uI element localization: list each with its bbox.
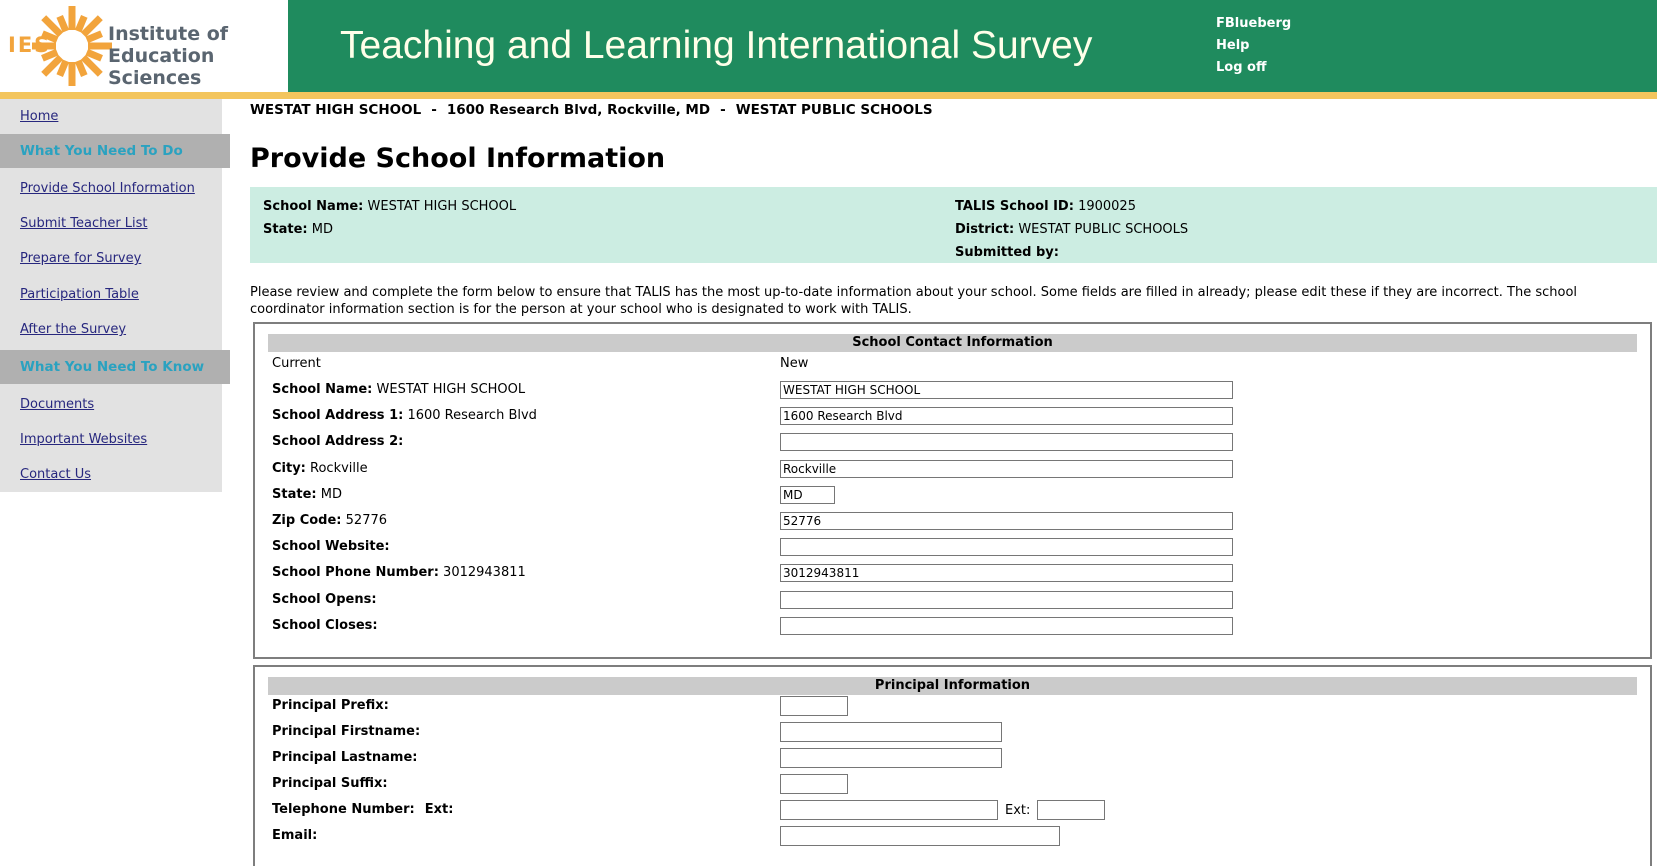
sidebar-item-contact-us[interactable]: Contact Us: [20, 467, 91, 482]
sidebar-section-label: What You Need To Do: [20, 143, 183, 159]
field-label-school-phone-number: School Phone Number: 3012943811: [272, 565, 526, 580]
new-column-header: New: [780, 356, 809, 371]
field-label-school-name: School Name: WESTAT HIGH SCHOOL: [272, 382, 526, 397]
sidebar-item-provide-school-information[interactable]: Provide School Information: [20, 181, 195, 196]
city-input[interactable]: [780, 460, 1233, 478]
school-opens-input[interactable]: [780, 591, 1233, 609]
page-title: Provide School Information: [250, 143, 666, 174]
breadcrumb-separator: -: [720, 102, 726, 118]
breadcrumb-district: WESTAT PUBLIC SCHOOLS: [735, 102, 933, 118]
principal-prefix-input[interactable]: [780, 696, 848, 716]
sidebar-item-home[interactable]: Home: [20, 109, 58, 124]
breadcrumb-address: 1600 Research Blvd, Rockville, MD: [446, 102, 711, 118]
field-label-school-address-2: School Address 2:: [272, 434, 404, 449]
sidebar-section-what-you-need-to-do: What You Need To Do: [0, 134, 230, 168]
field-label-telephone-number: Telephone Number: Ext:: [272, 802, 454, 817]
field-label-school-address-1: School Address 1: 1600 Research Blvd: [272, 408, 537, 423]
school-phone-number-input[interactable]: [780, 564, 1233, 582]
help-link[interactable]: Help: [1216, 38, 1249, 53]
username-link[interactable]: FBlueberg: [1216, 16, 1291, 31]
ies-org-name: Institute of Education Sciences: [108, 23, 229, 89]
breadcrumb-school: WESTAT HIGH SCHOOL: [250, 102, 422, 118]
principal-telephone-ext-input[interactable]: [1037, 800, 1105, 820]
sidebar-section-what-you-need-to-know: What You Need To Know: [0, 350, 230, 384]
school-name-input[interactable]: [780, 381, 1233, 399]
sidebar-section-label: What You Need To Know: [20, 359, 205, 375]
field-label-school-website: School Website:: [272, 539, 390, 554]
sidebar-item-documents[interactable]: Documents: [20, 397, 94, 412]
sidebar-item-prepare-for-survey[interactable]: Prepare for Survey: [20, 251, 141, 266]
field-label-principal-suffix: Principal Suffix:: [272, 776, 388, 791]
school-contact-section: School Contact Information Current New S…: [253, 322, 1652, 659]
field-label-email: Email:: [272, 828, 318, 843]
ies-logo: IES Institute of Education Sciences: [0, 0, 288, 92]
summary-state: State: MD: [263, 222, 333, 237]
field-label-city: City: Rockville: [272, 461, 368, 476]
sidebar-item-important-websites[interactable]: Important Websites: [20, 432, 147, 447]
app-header: IES Institute of Education Sciences Teac…: [0, 0, 1657, 92]
field-label-school-opens: School Opens:: [272, 592, 377, 607]
school-website-input[interactable]: [780, 538, 1233, 556]
field-label-school-closes: School Closes:: [272, 618, 378, 633]
field-label-principal-lastname: Principal Lastname:: [272, 750, 418, 765]
ies-sunburst-icon: [32, 6, 112, 86]
sidebar-item-participation-table[interactable]: Participation Table: [20, 287, 139, 302]
summary-school-name: School Name: WESTAT HIGH SCHOOL: [263, 199, 517, 214]
school-summary-box: School Name: WESTAT HIGH SCHOOL State: M…: [250, 187, 1657, 263]
current-column-header: Current: [272, 356, 321, 371]
instructions-text: Please review and complete the form belo…: [250, 285, 1578, 317]
app-title: Teaching and Learning International Surv…: [340, 24, 1093, 67]
state-input[interactable]: [780, 486, 835, 504]
breadcrumb-separator: -: [431, 102, 437, 118]
principal-suffix-input[interactable]: [780, 774, 848, 794]
field-label-principal-firstname: Principal Firstname:: [272, 724, 421, 739]
summary-district: District: WESTAT PUBLIC SCHOOLS: [955, 222, 1189, 237]
sidebar-item-submit-teacher-list[interactable]: Submit Teacher List: [20, 216, 148, 231]
ext-label: Ext:: [1005, 803, 1031, 818]
school-address-2-input[interactable]: [780, 433, 1233, 451]
logoff-link[interactable]: Log off: [1216, 60, 1267, 75]
breadcrumb: WESTAT HIGH SCHOOL -1600 Research Blvd, R…: [250, 102, 933, 118]
school-address-1-input[interactable]: [780, 407, 1233, 425]
gold-divider: [0, 92, 1657, 99]
zip-code-input[interactable]: [780, 512, 1233, 530]
section-title-bar: Principal Information: [268, 677, 1637, 695]
field-label-zip-code: Zip Code: 52776: [272, 513, 388, 528]
section-title-bar: School Contact Information: [268, 334, 1637, 352]
field-label-state: State: MD: [272, 487, 342, 502]
sidebar-item-after-the-survey[interactable]: After the Survey: [20, 322, 126, 337]
principal-firstname-input[interactable]: [780, 722, 1002, 742]
principal-lastname-input[interactable]: [780, 748, 1002, 768]
field-label-principal-prefix: Principal Prefix:: [272, 698, 389, 713]
principal-section: Principal Information Principal Prefix: …: [253, 665, 1652, 866]
principal-email-input[interactable]: [780, 826, 1060, 846]
talis-school-info-page: IES Institute of Education Sciences Teac…: [0, 0, 1657, 866]
school-closes-input[interactable]: [780, 617, 1233, 635]
summary-submitted-by: Submitted by:: [955, 245, 1059, 260]
summary-talis-id: TALIS School ID: 1900025: [955, 199, 1136, 214]
principal-telephone-input[interactable]: [780, 800, 998, 820]
